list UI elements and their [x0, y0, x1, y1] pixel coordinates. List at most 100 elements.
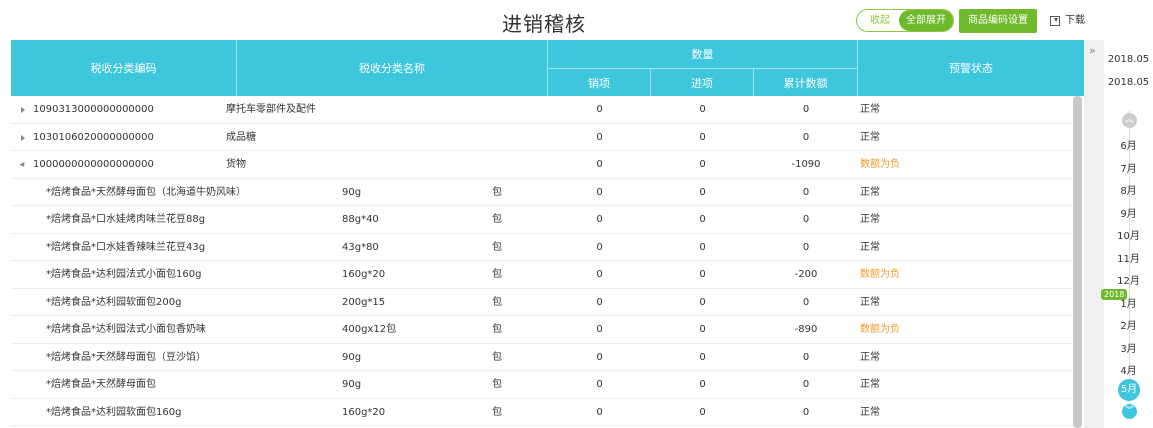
table-header: 税收分类编码 税收分类名称 数量 销项 进项 累计数额 预警状态 — [11, 40, 1084, 96]
unit-cell: 包 — [492, 296, 502, 308]
cumulative-cell: 0 — [802, 406, 810, 418]
spec-cell: 90g — [342, 186, 362, 198]
item-row[interactable]: *焙烤食品*达利园软面包160g 160g*20 包 0 0 0 正常 — [11, 398, 1074, 426]
month-item[interactable]: 12月 — [1104, 272, 1153, 287]
status-cell: 正常 — [860, 131, 880, 143]
category-row[interactable]: 1000000000000000000 货物 0 0 -1090 数额为负 — [11, 151, 1074, 179]
purchase-cell: 0 — [699, 351, 706, 363]
header-sales[interactable]: 销项 — [548, 68, 651, 96]
expand-collapse-toggle[interactable]: 收起 全部展开 — [856, 9, 954, 32]
item-row[interactable]: *焙烤食品*口水娃烤肉味兰花豆88g 88g*40 包 0 0 0 正常 — [11, 206, 1074, 234]
sales-cell: 0 — [596, 351, 603, 363]
purchase-cell: 0 — [699, 159, 706, 170]
unit-cell: 包 — [492, 214, 502, 225]
purchase-cell: 0 — [699, 104, 706, 115]
month-item[interactable]: 3月 — [1104, 340, 1153, 355]
collapse-option[interactable]: 收起 — [857, 10, 903, 31]
header-cumulative[interactable]: 累计数额 — [754, 68, 858, 96]
status-cell: 正常 — [860, 296, 880, 308]
month-item[interactable]: 2月 — [1104, 317, 1153, 332]
download-button[interactable]: 下载 — [1050, 12, 1085, 30]
start-date[interactable]: 2018.05 — [1104, 54, 1153, 65]
item-row[interactable]: *焙烤食品*口水娃香辣味兰花豆43g 43g*80 包 0 0 0 正常 — [11, 233, 1074, 261]
tax-code-cell: 1090313000000000000 — [33, 104, 154, 115]
status-cell: 数额为负 — [860, 159, 900, 170]
item-row[interactable]: *焙烤食品*达利园法式小面包160g 160g*20 包 0 0 -200 数额为负 — [11, 261, 1074, 289]
purchase-cell: 0 — [699, 406, 706, 418]
scroll-down-icon[interactable]: ︾ — [1122, 404, 1137, 419]
purchase-cell: 0 — [699, 214, 706, 225]
download-label: 下载 — [1065, 15, 1085, 26]
expand-arrow-down-icon[interactable] — [19, 161, 27, 169]
cumulative-cell: 0 — [802, 186, 810, 198]
double-chevron-right-icon[interactable]: » — [1089, 44, 1096, 57]
item-name-cell: *焙烤食品*达利园软面包200g — [46, 296, 182, 308]
unit-cell: 包 — [492, 324, 502, 335]
header-purchase[interactable]: 进项 — [651, 68, 754, 96]
audit-table: 税收分类编码 税收分类名称 数量 销项 进项 累计数额 预警状态 1090313… — [11, 40, 1084, 428]
header-quantity: 数量 — [548, 40, 858, 68]
item-row[interactable]: *焙烤食品*达利园软面包200g 200g*15 包 0 0 0 正常 — [11, 288, 1074, 316]
item-row[interactable]: *焙烤食品*天然酵母面包 90g 包 0 0 0 正常 — [11, 371, 1074, 399]
cumulative-cell: -200 — [794, 269, 818, 280]
item-name-cell: *焙烤食品*达利园法式小面包160g — [46, 269, 202, 280]
cumulative-cell: 0 — [802, 131, 810, 143]
scroll-up-icon[interactable]: ︽ — [1122, 113, 1137, 128]
tax-name-cell: 货物 — [226, 159, 246, 170]
spec-cell: 88g*40 — [342, 214, 379, 225]
header-tax-name[interactable]: 税收分类名称 — [237, 40, 548, 96]
item-row[interactable]: *焙烤食品*达利园法式小面包香奶味 400gx12包 包 0 0 -890 数额为负 — [11, 316, 1074, 344]
status-cell: 正常 — [860, 214, 880, 225]
unit-cell: 包 — [492, 351, 502, 363]
status-cell: 正常 — [860, 379, 880, 390]
header-warning-status[interactable]: 预警状态 — [858, 40, 1084, 96]
spec-cell: 90g — [342, 351, 362, 363]
tax-name-cell: 摩托车零部件及配件 — [226, 104, 316, 115]
purchase-cell: 0 — [699, 269, 706, 280]
expand-arrow-right-icon[interactable] — [21, 107, 25, 113]
status-cell: 数额为负 — [860, 324, 900, 335]
item-name-cell: *焙烤食品*达利园法式小面包香奶味 — [46, 324, 206, 335]
month-item[interactable]: 6月 — [1104, 137, 1153, 152]
spec-cell: 43g*80 — [342, 241, 379, 253]
month-item[interactable]: 7月 — [1104, 160, 1153, 175]
spec-cell: 90g — [342, 379, 362, 390]
cumulative-cell: 0 — [802, 379, 810, 390]
item-row[interactable]: *焙烤食品*天然酵母面包（豆沙馅） 90g 包 0 0 0 正常 — [11, 343, 1074, 371]
sidebar-divider — [1084, 40, 1104, 428]
purchase-cell: 0 — [699, 379, 706, 390]
category-row[interactable]: 1030106020000000000 成品糖 0 0 0 正常 — [11, 123, 1074, 151]
item-name-cell: *焙烤食品*天然酵母面包 — [46, 379, 156, 390]
download-icon — [1050, 16, 1060, 26]
month-item[interactable]: 9月 — [1104, 205, 1153, 220]
sales-cell: 0 — [596, 379, 603, 390]
table-scrollbar[interactable] — [1073, 96, 1082, 428]
product-code-settings-button[interactable]: 商品编码设置 — [959, 9, 1037, 33]
month-item[interactable]: 11月 — [1104, 250, 1153, 265]
header-tax-code[interactable]: 税收分类编码 — [11, 40, 237, 96]
unit-cell: 包 — [492, 406, 502, 418]
purchase-cell: 0 — [699, 324, 706, 335]
item-name-cell: *焙烤食品*天然酵母面包（北海道牛奶风味） — [46, 186, 246, 198]
sales-cell: 0 — [596, 406, 603, 418]
unit-cell: 包 — [492, 186, 502, 198]
month-item[interactable]: 8月 — [1104, 182, 1153, 197]
spec-cell: 200g*15 — [342, 296, 386, 308]
item-name-cell: *焙烤食品*达利园软面包160g — [46, 406, 182, 418]
status-cell: 数额为负 — [860, 269, 900, 280]
date-timeline-panel: 2018.05 2018.05 ︽ 6月 7月 8月 9月 10月 11月 12月 1月 2月 3… — [1101, 40, 1153, 428]
expand-all-option[interactable]: 全部展开 — [899, 10, 953, 31]
month-item-active[interactable]: 5月 — [1118, 378, 1140, 401]
unit-cell: 包 — [492, 241, 502, 253]
sales-cell: 0 — [596, 159, 603, 170]
month-item[interactable]: 10月 — [1104, 227, 1153, 242]
month-item[interactable]: 4月 — [1104, 362, 1153, 377]
item-row[interactable]: *焙烤食品*天然酵母面包（北海道牛奶风味） 90g 包 0 0 0 正常 — [11, 178, 1074, 206]
cumulative-cell: 0 — [802, 351, 810, 363]
cumulative-cell: -1090 — [791, 159, 821, 170]
expand-arrow-right-icon[interactable] — [21, 134, 25, 141]
sales-cell: 0 — [596, 324, 603, 335]
category-row[interactable]: 1090313000000000000 摩托车零部件及配件 0 0 0 正常 — [11, 96, 1074, 124]
end-date[interactable]: 2018.05 — [1104, 77, 1153, 88]
status-cell: 正常 — [860, 351, 880, 363]
